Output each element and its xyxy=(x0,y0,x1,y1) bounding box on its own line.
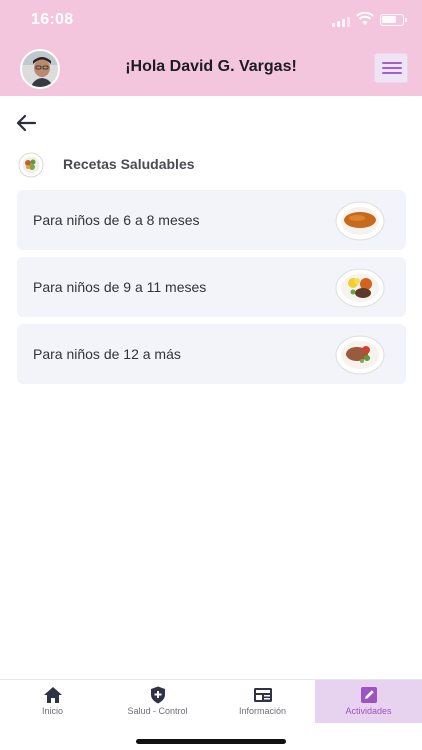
recipe-card-label: Para niños de 12 a más xyxy=(33,346,181,362)
status-time: 16:08 xyxy=(31,11,74,28)
mixed-plate-icon xyxy=(335,268,385,308)
menu-button[interactable] xyxy=(374,53,408,83)
nav-label: Actividades xyxy=(345,706,392,716)
recipe-card-9-11[interactable]: Para niños de 9 a 11 meses xyxy=(17,257,406,317)
section-title: Recetas Saludables xyxy=(63,156,195,172)
greeting-title: ¡Hola David G. Vargas! xyxy=(125,58,297,75)
nav-label: Inicio xyxy=(41,706,63,716)
battery-icon xyxy=(380,14,407,26)
news-icon xyxy=(253,688,272,702)
signal-icon xyxy=(332,16,352,27)
recipe-card-6-8[interactable]: Para niños de 6 a 8 meses xyxy=(17,190,406,250)
top-bar: 16:08 ¡Hola David G. Vargas! xyxy=(0,0,422,96)
edit-note-icon xyxy=(360,687,377,703)
salad-plate-icon xyxy=(18,152,44,178)
wifi-icon xyxy=(356,12,374,25)
nav-label: Salud - Control xyxy=(127,706,188,716)
nav-inicio[interactable]: Inicio xyxy=(0,680,105,723)
puree-plate-icon xyxy=(335,201,385,241)
nav-actividades[interactable]: Actividades xyxy=(315,680,422,723)
home-indicator-area xyxy=(0,723,422,750)
section-header: Recetas Saludables xyxy=(18,150,318,178)
home-indicator[interactable] xyxy=(136,739,286,744)
recipe-card-12-plus[interactable]: Para niños de 12 a más xyxy=(17,324,406,384)
back-arrow-icon[interactable] xyxy=(14,112,38,134)
bottom-navigation: Inicio Salud - Control Información Activ… xyxy=(0,679,422,723)
nav-informacion[interactable]: Información xyxy=(210,680,315,723)
shield-cross-icon xyxy=(150,686,165,704)
meal-plate-icon xyxy=(335,335,385,375)
recipe-card-label: Para niños de 9 a 11 meses xyxy=(33,279,207,295)
nav-salud-control[interactable]: Salud - Control xyxy=(105,680,210,723)
status-bar: 16:08 xyxy=(0,0,422,40)
recipe-card-label: Para niños de 6 a 8 meses xyxy=(33,212,200,228)
home-icon xyxy=(43,687,62,703)
app-header: ¡Hola David G. Vargas! xyxy=(0,44,422,92)
nav-label: Información xyxy=(238,706,287,716)
